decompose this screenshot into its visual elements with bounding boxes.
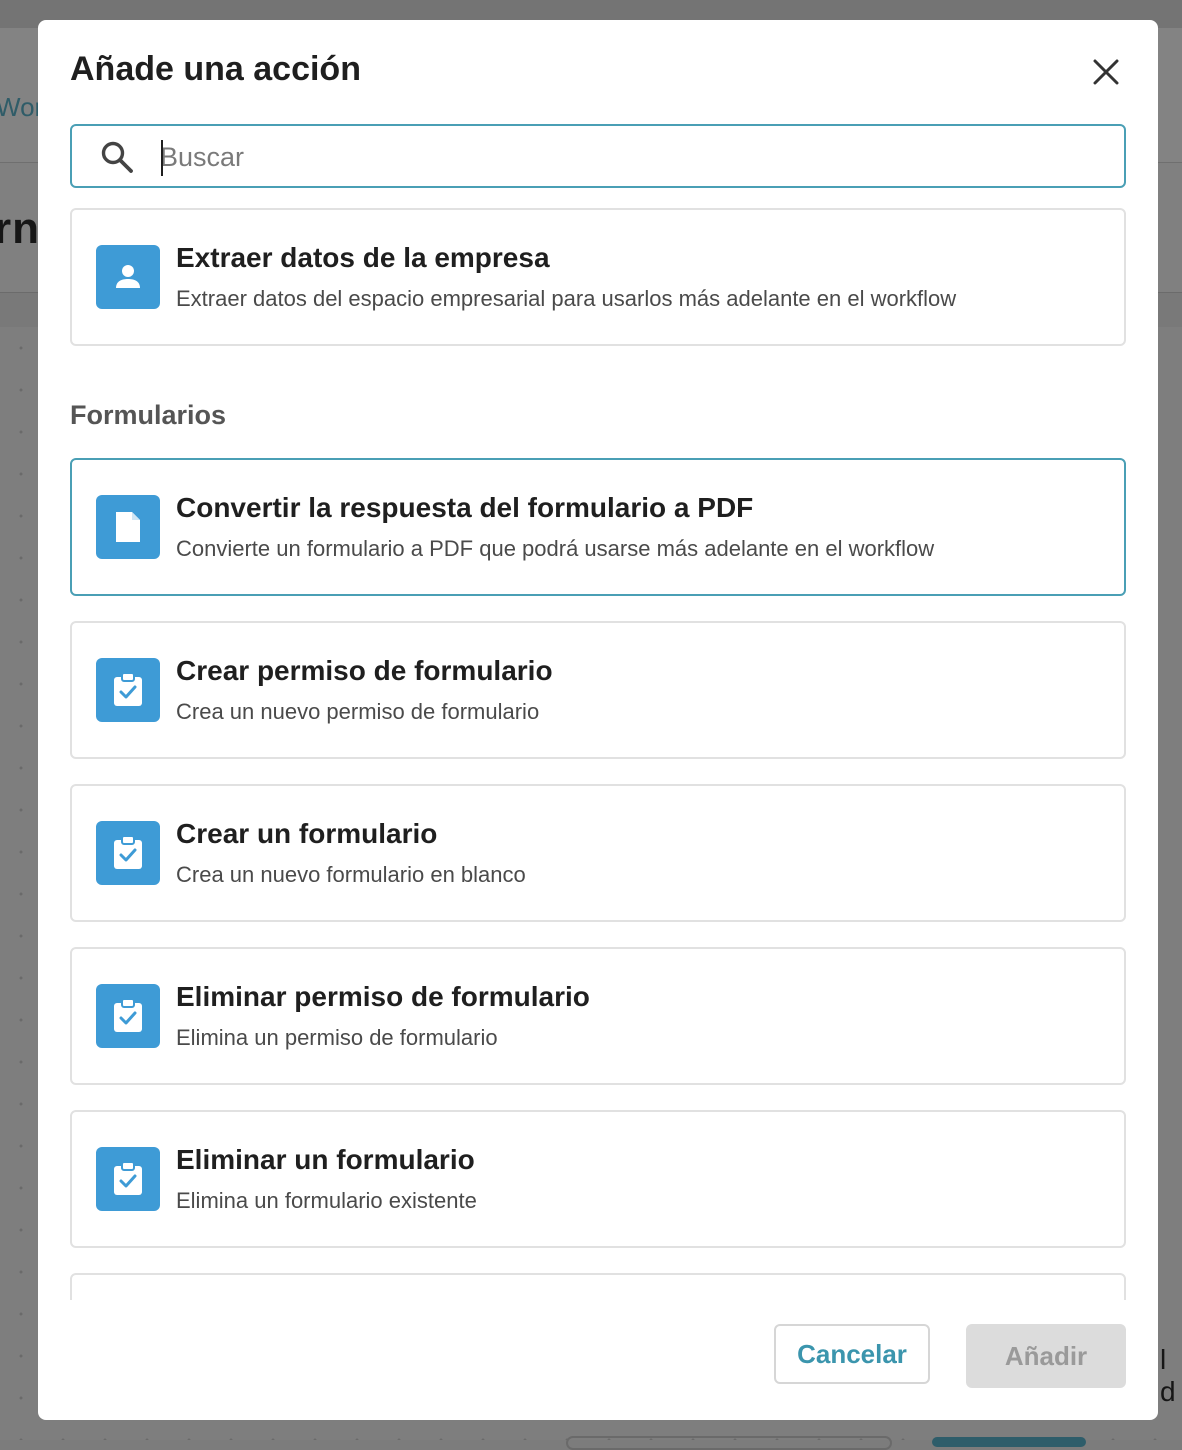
action-card-partial[interactable] <box>70 1273 1126 1300</box>
close-icon <box>1093 59 1119 85</box>
background-nav-link: Wor <box>0 92 44 122</box>
action-title: Convertir la respuesta del formulario a … <box>176 492 754 523</box>
action-description: Crea un nuevo permiso de formulario <box>176 699 540 724</box>
action-title: Eliminar un formulario <box>176 1144 475 1175</box>
action-card-create-form-permission[interactable]: Crear permiso de formulario Crea un nuev… <box>70 621 1126 759</box>
action-card-create-form[interactable]: Crear un formulario Crea un nuevo formul… <box>70 784 1126 922</box>
add-action-modal: Añade una acción Extraer datos de la emp… <box>38 20 1158 1420</box>
section-heading-forms: Formularios <box>70 400 227 430</box>
action-card-delete-form[interactable]: Eliminar un formulario Elimina un formul… <box>70 1110 1126 1248</box>
user-icon <box>96 245 160 309</box>
action-title: Extraer datos de la empresa <box>176 242 550 273</box>
action-list[interactable]: Extraer datos de la empresa Extraer dato… <box>70 208 1126 1300</box>
action-title: Crear permiso de formulario <box>176 655 553 686</box>
modal-title: Añade una acción <box>70 50 361 88</box>
text-cursor <box>161 140 163 176</box>
clipboard-check-icon <box>96 821 160 885</box>
action-card-extract-company-data[interactable]: Extraer datos de la empresa Extraer dato… <box>70 208 1126 346</box>
action-description: Crea un nuevo formulario en blanco <box>176 862 526 887</box>
clipboard-check-icon <box>96 1147 160 1211</box>
action-description: Convierte un formulario a PDF que podrá … <box>176 536 935 561</box>
add-button: Añadir <box>966 1324 1126 1388</box>
document-icon <box>96 495 160 559</box>
background-control <box>566 1436 892 1450</box>
background-page-title: rn <box>0 204 40 253</box>
search-icon <box>101 141 133 173</box>
background-button <box>932 1437 1086 1447</box>
action-title: Crear un formulario <box>176 818 438 849</box>
background-text-fragment: l d <box>1160 1344 1176 1407</box>
search-box <box>70 124 1126 188</box>
action-description: Elimina un permiso de formulario <box>176 1025 498 1050</box>
action-card-convert-form-pdf[interactable]: Convertir la respuesta del formulario a … <box>70 458 1126 596</box>
cancel-button[interactable]: Cancelar <box>774 1324 930 1384</box>
action-card-delete-form-permission[interactable]: Eliminar permiso de formulario Elimina u… <box>70 947 1126 1085</box>
close-button[interactable] <box>1086 52 1126 92</box>
action-title: Eliminar permiso de formulario <box>176 981 590 1012</box>
action-description: Extraer datos del espacio empresarial pa… <box>176 286 957 311</box>
clipboard-check-icon <box>96 984 160 1048</box>
action-description: Elimina un formulario existente <box>176 1188 477 1213</box>
clipboard-check-icon <box>96 658 160 722</box>
search-input[interactable] <box>158 134 1102 180</box>
